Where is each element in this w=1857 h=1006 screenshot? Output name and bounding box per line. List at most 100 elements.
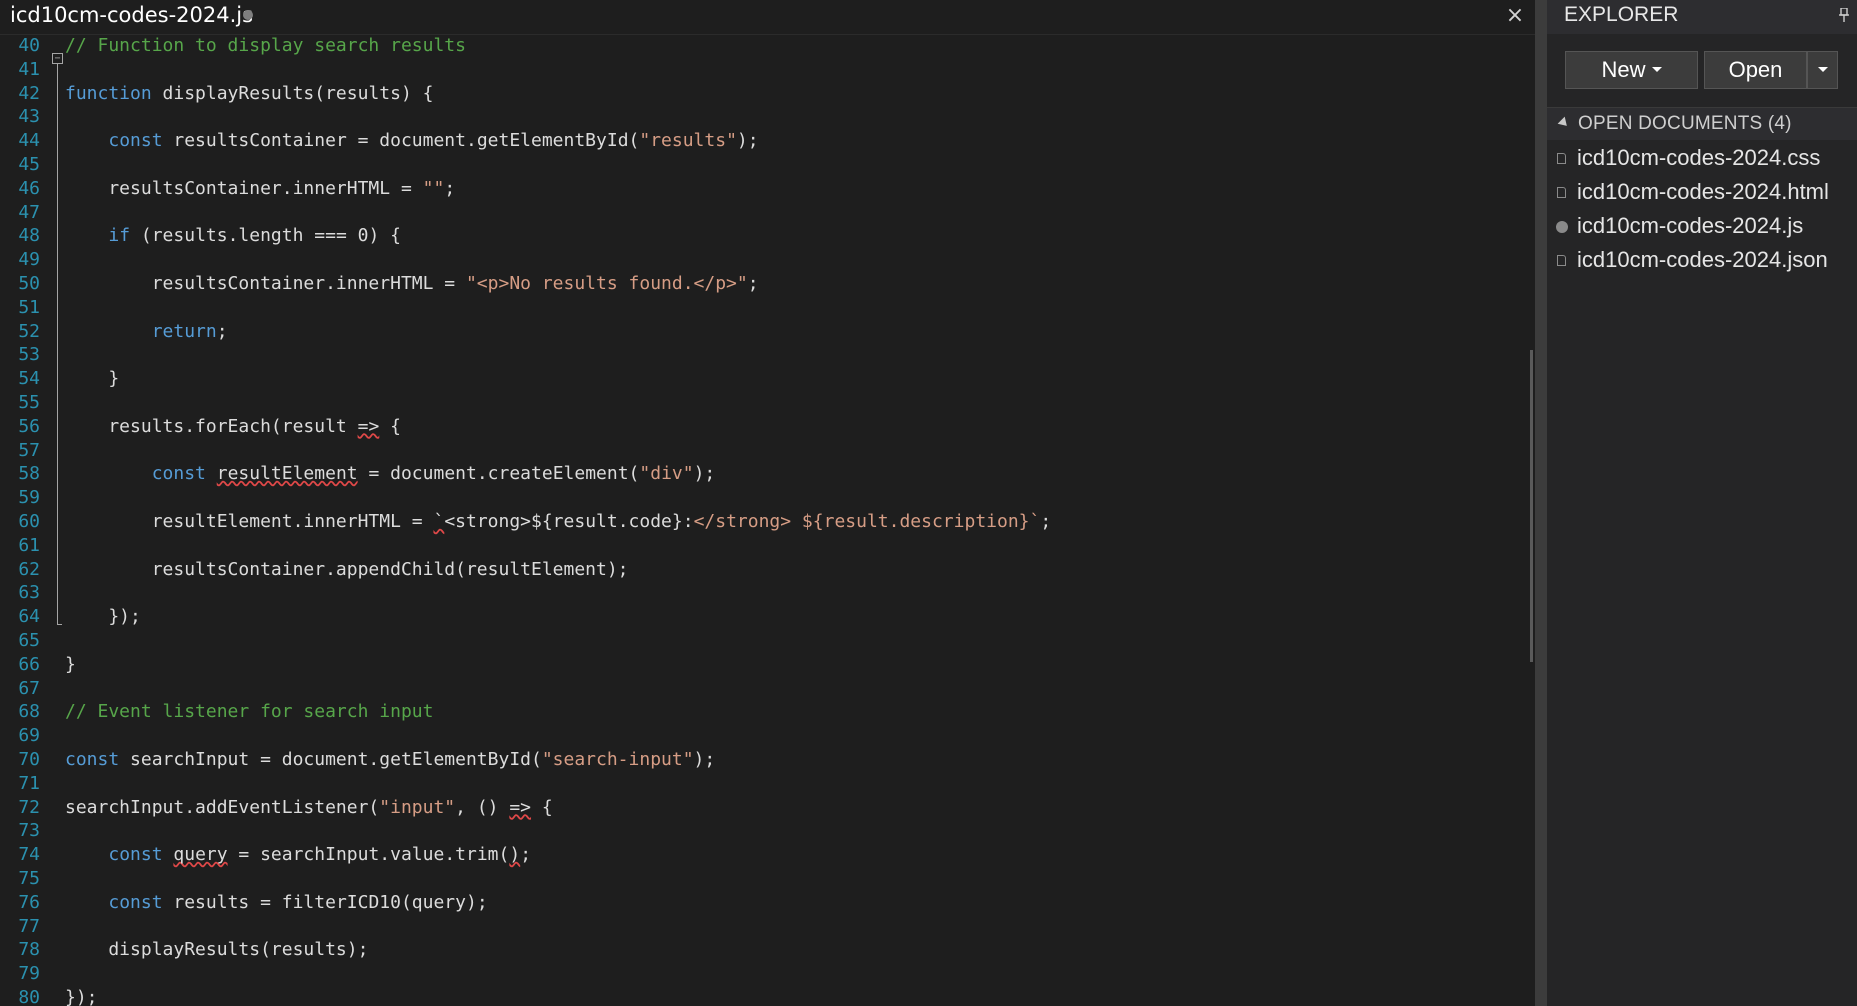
document-item[interactable]: icd10cm-codes-2024.css — [1547, 142, 1857, 174]
code-line[interactable]: 74 const query = searchInput.value.trim(… — [0, 843, 1520, 867]
code-text[interactable]: if (results.length === 0) { — [65, 224, 401, 248]
line-number: 67 — [18, 677, 40, 699]
code-text[interactable]: }); — [65, 986, 98, 1006]
code-text[interactable]: const searchInput = document.getElementB… — [65, 748, 715, 772]
code-text[interactable]: resultsContainer.innerHTML = ""; — [65, 177, 455, 201]
vertical-scrollbar[interactable] — [1530, 350, 1533, 662]
code-text[interactable]: displayResults(results); — [65, 938, 368, 962]
code-text[interactable]: const query = searchInput.value.trim(); — [65, 843, 531, 867]
line-number: 59 — [18, 487, 40, 509]
line-number: 76 — [18, 891, 40, 913]
open-dropdown-button[interactable] — [1807, 51, 1838, 89]
tab-title[interactable]: icd10cm-codes-2024.js — [10, 3, 253, 27]
code-line[interactable]: 40 // Function to display search results — [0, 34, 1520, 58]
code-line[interactable]: 76 const results = filterICD10(query); — [0, 891, 1520, 915]
code-line[interactable]: 80}); — [0, 986, 1520, 1006]
document-item[interactable]: icd10cm-codes-2024.html — [1547, 176, 1857, 208]
code-line[interactable]: 79 — [0, 962, 1520, 986]
code-line[interactable]: 47 — [0, 201, 1520, 225]
open-button[interactable]: Open — [1704, 51, 1807, 89]
chevron-down-icon — [1651, 66, 1662, 72]
editor-tab[interactable]: icd10cm-codes-2024.js × — [0, 0, 1535, 35]
code-line[interactable]: 67 — [0, 677, 1520, 701]
code-line[interactable]: 68 // Event listener for search input — [0, 700, 1520, 724]
code-line[interactable]: 41 — [0, 58, 1520, 82]
code-line[interactable]: 55 — [0, 391, 1520, 415]
line-number: 66 — [18, 653, 40, 675]
code-line[interactable]: 57 — [0, 439, 1520, 463]
code-line[interactable]: 51 — [0, 296, 1520, 320]
line-number: 47 — [18, 201, 40, 223]
document-item[interactable]: icd10cm-codes-2024.json — [1547, 244, 1857, 276]
line-number: 43 — [18, 106, 40, 128]
code-editor[interactable]: icd10cm-codes-2024.js × 40 // Function to… — [0, 0, 1535, 1006]
code-line[interactable]: 70 const searchInput = document.getElemen… — [0, 748, 1520, 772]
code-text[interactable]: resultsContainer.appendChild(resultEleme… — [65, 558, 629, 582]
section-label: OPEN DOCUMENTS (4) — [1578, 113, 1792, 134]
code-line[interactable]: 77 — [0, 915, 1520, 939]
open-documents-section[interactable]: OPEN DOCUMENTS (4) — [1547, 108, 1857, 140]
code-line[interactable]: 75 — [0, 867, 1520, 891]
code-line[interactable]: 46 resultsContainer.innerHTML = ""; — [0, 177, 1520, 201]
code-text[interactable]: searchInput.addEventListener("input", ()… — [65, 796, 553, 820]
code-line[interactable]: 72 searchInput.addEventListener("input", … — [0, 796, 1520, 820]
line-number: 50 — [18, 273, 40, 294]
line-number: 48 — [18, 225, 40, 247]
code-line[interactable]: 56 results.forEach(result => { — [0, 415, 1520, 439]
panel-splitter[interactable] — [1535, 0, 1547, 1006]
code-text[interactable]: } — [65, 653, 76, 677]
code-text[interactable]: } — [65, 367, 119, 391]
code-line[interactable]: 60 resultElement.innerHTML = `<strong>${… — [0, 510, 1520, 534]
code-line[interactable]: 63 — [0, 581, 1520, 605]
code-text[interactable]: }); — [65, 605, 141, 629]
code-line[interactable]: 43 — [0, 105, 1520, 129]
line-number: 65 — [18, 630, 40, 651]
new-button-label: New — [1601, 57, 1646, 82]
code-line[interactable]: 42 function displayResults(results) { — [0, 82, 1520, 106]
code-line[interactable]: 73 — [0, 819, 1520, 843]
code-text[interactable]: const resultsContainer = document.getEle… — [65, 129, 758, 153]
line-number: 69 — [18, 725, 40, 747]
line-number: 41 — [18, 58, 40, 80]
code-text[interactable]: resultElement.innerHTML = `<strong>${res… — [65, 510, 1052, 534]
code-line[interactable]: 65 — [0, 629, 1520, 653]
chevron-down-icon — [1817, 66, 1828, 72]
code-text[interactable]: function displayResults(results) { — [65, 82, 433, 106]
code-text[interactable]: results.forEach(result => { — [65, 415, 401, 439]
code-text[interactable]: return; — [65, 320, 228, 344]
code-line[interactable]: 50 resultsContainer.innerHTML = "<p>No r… — [0, 272, 1520, 296]
code-line[interactable]: 53 — [0, 343, 1520, 367]
code-line[interactable]: 58 const resultElement = document.create… — [0, 462, 1520, 486]
code-line[interactable]: 52 return; — [0, 320, 1520, 344]
code-line[interactable]: 44 const resultsContainer = document.get… — [0, 129, 1520, 153]
document-item[interactable]: icd10cm-codes-2024.js — [1547, 210, 1857, 242]
code-line[interactable]: 61 — [0, 534, 1520, 558]
code-line[interactable]: 66} — [0, 653, 1520, 677]
pin-icon[interactable] — [1839, 8, 1849, 22]
code-text[interactable]: const results = filterICD10(query); — [65, 891, 487, 915]
line-number: 40 — [18, 35, 40, 56]
new-button[interactable]: New — [1565, 51, 1698, 89]
line-number: 80 — [18, 987, 40, 1006]
line-number: 77 — [18, 915, 40, 937]
code-line[interactable]: 69 — [0, 724, 1520, 748]
code-line[interactable]: 78 displayResults(results); — [0, 938, 1520, 962]
code-text[interactable]: const resultElement = document.createEle… — [65, 462, 716, 486]
fold-toggle-icon[interactable]: − — [52, 53, 63, 64]
code-line[interactable]: 54 } — [0, 367, 1520, 391]
code-text[interactable]: // Function to display search results — [65, 34, 466, 58]
collapse-arrow-icon[interactable] — [1557, 116, 1571, 130]
code-line[interactable]: 48 if (results.length === 0) { — [0, 224, 1520, 248]
code-line[interactable]: 62 resultsContainer.appendChild(resultEl… — [0, 558, 1520, 582]
code-area[interactable]: 40// Function to display search results 4… — [0, 34, 1530, 1006]
code-line[interactable]: 59 — [0, 486, 1520, 510]
code-line[interactable]: 45 — [0, 153, 1520, 177]
close-icon[interactable]: × — [1503, 1, 1527, 31]
code-line[interactable]: 71 — [0, 772, 1520, 796]
code-line[interactable]: 49 — [0, 248, 1520, 272]
code-text[interactable]: resultsContainer.innerHTML = "<p>No resu… — [65, 272, 759, 296]
line-number: 78 — [18, 939, 40, 961]
code-text[interactable]: // Event listener for search input — [65, 700, 433, 724]
line-number: 56 — [18, 415, 40, 437]
code-line[interactable]: 64 }); — [0, 605, 1520, 629]
